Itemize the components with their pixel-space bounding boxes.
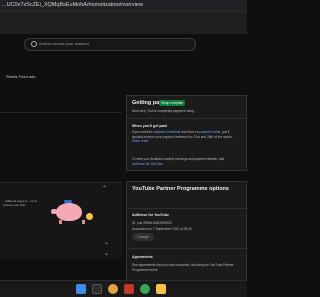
app-icon[interactable] <box>124 284 134 294</box>
next-step-text: Next step: You've completed payment setu… <box>132 109 194 113</box>
adsense-link[interactable]: AdSense for YouTube <box>132 162 163 166</box>
studio-header <box>0 12 247 34</box>
associated-date: Associated on 7 September 2022 at 08:25 <box>132 227 192 231</box>
windows-icon[interactable] <box>76 284 86 294</box>
piggy-bank-illustration <box>51 200 82 221</box>
divider <box>127 208 246 209</box>
chrome-icon[interactable] <box>140 284 150 294</box>
monetization-card: ...different ways to ...ns to receive yo… <box>0 182 122 259</box>
when-text-2: and have no <box>181 130 199 134</box>
when-text-1: If you meet the <box>132 130 154 134</box>
agreements-title: Agreements <box>132 255 153 259</box>
when-paid-title: When you'll get paid <box>132 124 167 128</box>
view-earnings-text: To view your finalised monthly earnings … <box>132 157 236 166</box>
url-text[interactable]: ...UC0x7xScZEi_XQMqBsEuMohA/monetization… <box>2 2 143 8</box>
agreements-text: See agreements that you have accepted, i… <box>132 263 234 272</box>
right-column: Getting paid Setup complete Next step: Y… <box>126 95 247 296</box>
divider <box>127 248 246 249</box>
learn-more-link[interactable]: Learn more <box>132 139 148 143</box>
folder-icon[interactable] <box>156 284 166 294</box>
payment-threshold-link[interactable]: payment threshold <box>154 130 180 134</box>
getting-paid-card: Getting paid Setup complete Next step: Y… <box>126 95 247 171</box>
chevron-down-icon[interactable]: ⌄ <box>104 239 109 246</box>
coin-icon <box>86 213 93 220</box>
payment-holds-link[interactable]: payment holds <box>200 130 221 134</box>
when-paid-text: If you meet the payment threshold and ha… <box>132 130 236 144</box>
status-badge: Setup complete <box>159 100 186 106</box>
chevron-down-icon[interactable]: ⌄ <box>104 250 109 257</box>
piggy-legs <box>59 220 85 224</box>
adsense-id: ID: pub-9954611693962930 <box>132 221 172 225</box>
search-placeholder[interactable]: Search across your channel <box>39 41 89 46</box>
ypp-title: YouTube Partner Programme options <box>132 186 229 192</box>
change-button[interactable]: Change <box>132 233 154 241</box>
address-bar[interactable]: ...UC0x7xScZEi_XQMqBsEuMohA/monetization… <box>0 0 247 12</box>
monetization-card-text: ...different ways to ...ns to receive yo… <box>3 199 38 207</box>
taskbar <box>0 280 247 297</box>
search-icon <box>31 41 37 47</box>
browser-icon[interactable] <box>108 284 118 294</box>
adsense-label: AdSense for YouTube <box>132 213 169 217</box>
ypp-options-card: YouTube Partner Programme options AdSens… <box>126 181 247 296</box>
view-text: To view your finalised monthly earnings … <box>132 157 225 161</box>
search-icon[interactable] <box>92 284 102 294</box>
divider <box>127 118 246 119</box>
chevron-up-icon[interactable]: ⌃ <box>102 185 107 192</box>
shorts-feed-ads-label: Shorts Feed ads <box>6 74 36 79</box>
search-box[interactable]: Search across your channel <box>24 38 196 51</box>
